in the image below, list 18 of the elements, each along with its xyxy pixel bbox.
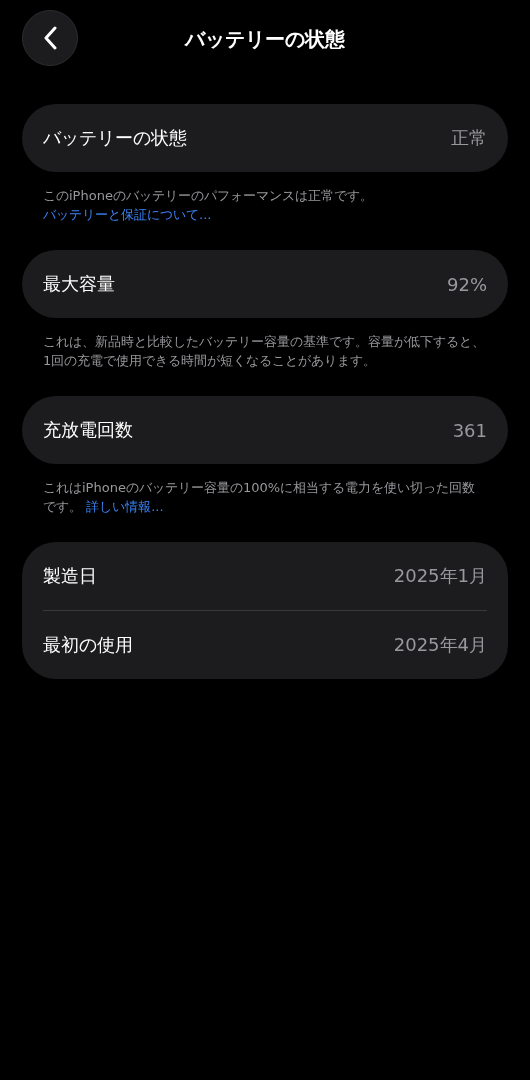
row-value: 92% <box>447 273 487 295</box>
info-link[interactable]: 詳しい情報... <box>86 499 164 514</box>
footer-note: これは、新品時と比較したバッテリー容量の基準です。容量が低下すると、1回の充電で使用できる時間が短くなることがあります。 <box>43 333 486 370</box>
row-label: 製造日 <box>43 564 97 588</box>
back-chevron-icon <box>43 26 57 50</box>
footer-note: このiPhoneのバッテリーのパフォーマンスは正常です。 バッテリーと保証について... <box>43 187 374 224</box>
row-label: バッテリーの状態 <box>43 126 187 150</box>
row-label: 最初の使用 <box>43 633 133 657</box>
row-value: 361 <box>452 419 487 441</box>
info-link[interactable]: バッテリーと保証について... <box>43 207 212 222</box>
row-value: 2025年1月 <box>393 564 487 588</box>
row-label: 最大容量 <box>43 272 115 296</box>
back-button[interactable] <box>22 10 78 66</box>
footer-note: これはiPhoneのバッテリー容量の100%に相当する電力を使い切った回数です。 詳しい情報... <box>43 479 477 516</box>
row-label: 充放電回数 <box>43 418 133 442</box>
row-value: 2025年4月 <box>393 633 487 657</box>
row-value: 正常 <box>451 126 487 150</box>
page-title: バッテリーの状態 <box>185 26 345 52</box>
